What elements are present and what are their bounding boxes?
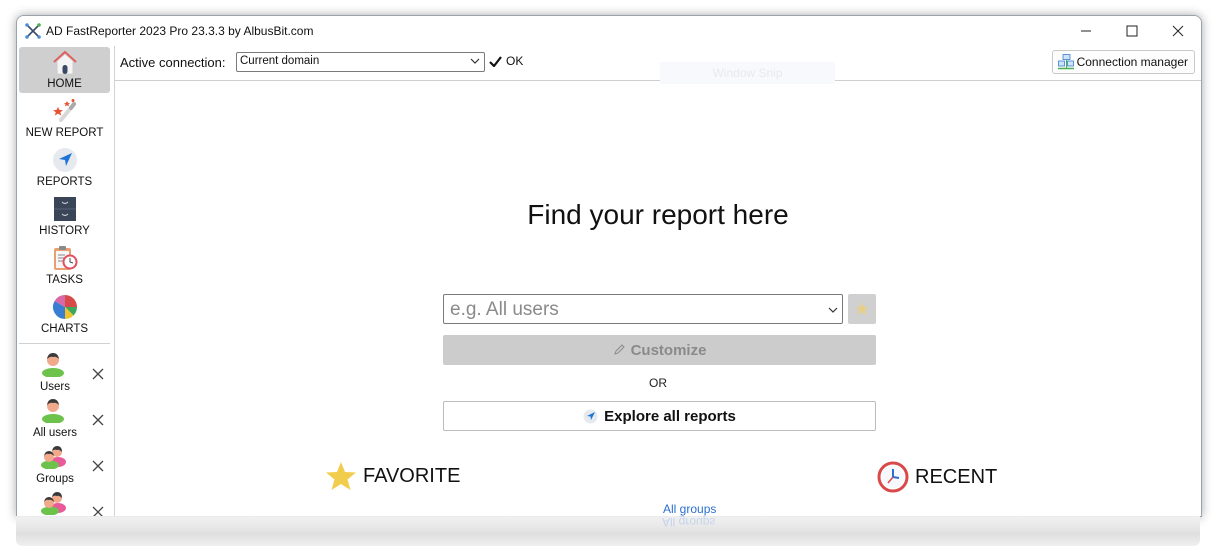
nav-tasks[interactable]: TASKS <box>19 243 110 289</box>
group-icon <box>41 492 66 515</box>
home-panel: Find your report here Customize OR Explo… <box>115 81 1201 516</box>
close-button[interactable] <box>1155 16 1201 46</box>
chevron-down-icon <box>470 58 480 64</box>
explore-label: Explore all reports <box>604 407 736 425</box>
all-groups-link[interactable]: All groups <box>663 502 716 516</box>
nav-history[interactable]: HISTORY <box>19 194 110 240</box>
chevron-down-icon[interactable] <box>828 305 838 315</box>
favorite-section-header: FAVORITE <box>325 461 460 491</box>
nav-label: HOME <box>47 78 82 90</box>
connection-manager-button[interactable]: Connection manager <box>1051 50 1195 74</box>
nav-new-report[interactable]: NEW REPORT <box>19 96 110 142</box>
star-icon <box>855 302 869 315</box>
nav-home[interactable]: HOME <box>19 47 110 93</box>
or-divider-label: OR <box>649 376 667 390</box>
close-tab-icon[interactable] <box>91 413 105 427</box>
pie-chart-icon <box>52 295 77 320</box>
open-tab-all-users[interactable]: All users <box>17 397 114 443</box>
network-icon <box>1057 54 1074 70</box>
group-icon <box>41 446 66 469</box>
nav-charts[interactable]: CHARTS <box>19 292 110 338</box>
maximize-icon <box>1126 25 1138 37</box>
sidebar-divider <box>19 343 110 344</box>
magic-wand-icon <box>52 99 76 122</box>
reflected-link-text: All groups <box>662 515 716 529</box>
nav-label: REPORTS <box>36 176 93 188</box>
window-title: AD FastReporter 2023 Pro 23.3.3 by Albus… <box>46 24 314 38</box>
active-connection-label: Active connection: <box>120 55 226 70</box>
minimize-icon <box>1081 30 1091 32</box>
close-tab-icon[interactable] <box>91 367 105 381</box>
app-logo-icon <box>25 23 41 39</box>
active-connection-select[interactable]: Current domain <box>236 52 485 72</box>
customize-button[interactable]: Customize <box>443 335 876 365</box>
close-icon <box>1172 25 1184 37</box>
star-icon <box>326 462 356 490</box>
app-window: AD FastReporter 2023 Pro 23.3.3 by Albus… <box>16 15 1202 517</box>
nav-label: NEW REPORT <box>25 127 104 139</box>
minimize-button[interactable] <box>1063 16 1109 46</box>
tab-label: Groups <box>36 473 74 485</box>
close-tab-icon[interactable] <box>91 459 105 473</box>
open-tab-group-2[interactable] <box>17 489 114 516</box>
navigation-arrow-icon <box>583 409 598 423</box>
connection-manager-label: Connection manager <box>1076 55 1188 69</box>
favorite-label: FAVORITE <box>363 464 461 487</box>
maximize-button[interactable] <box>1109 16 1155 46</box>
window-reflection <box>16 516 1200 546</box>
open-tab-users[interactable]: Users <box>17 351 114 397</box>
page-title: Find your report here <box>527 199 789 230</box>
pencil-icon <box>613 344 625 355</box>
nav-reports[interactable]: REPORTS <box>19 145 110 191</box>
active-connection-value: Current domain <box>240 55 320 67</box>
explore-all-reports-button[interactable]: Explore all reports <box>443 401 876 431</box>
user-icon <box>42 353 64 377</box>
open-tab-groups[interactable]: Groups <box>17 443 114 489</box>
tab-label: All users <box>32 427 78 439</box>
sidebar: HOME NEW REPORT REPORTS HISTORY TASKS CH… <box>17 46 115 516</box>
nav-label: HISTORY <box>39 225 90 237</box>
recent-label: RECENT <box>915 465 998 488</box>
clipboard-clock-icon <box>53 246 77 270</box>
tab-label: Users <box>39 381 71 393</box>
connection-status: OK <box>489 54 523 68</box>
add-favorite-button[interactable] <box>848 294 876 324</box>
nav-label: TASKS <box>46 274 83 286</box>
report-search-combo[interactable] <box>443 294 843 324</box>
home-icon <box>52 50 77 75</box>
navigation-arrow-icon <box>52 148 77 172</box>
user-icon <box>42 399 64 423</box>
connection-status-text: OK <box>506 54 524 68</box>
nav-label: CHARTS <box>40 323 89 335</box>
recent-section-header: RECENT <box>877 461 997 493</box>
customize-label: Customize <box>630 341 707 359</box>
report-search-input[interactable] <box>448 297 822 323</box>
clock-icon <box>877 461 909 493</box>
checkmark-icon <box>489 55 502 67</box>
title-bar[interactable]: AD FastReporter 2023 Pro 23.3.3 by Albus… <box>17 16 1201 46</box>
connection-toolbar: Active connection: Current domain OK Win… <box>115 46 1201 84</box>
file-cabinet-icon <box>53 197 76 221</box>
